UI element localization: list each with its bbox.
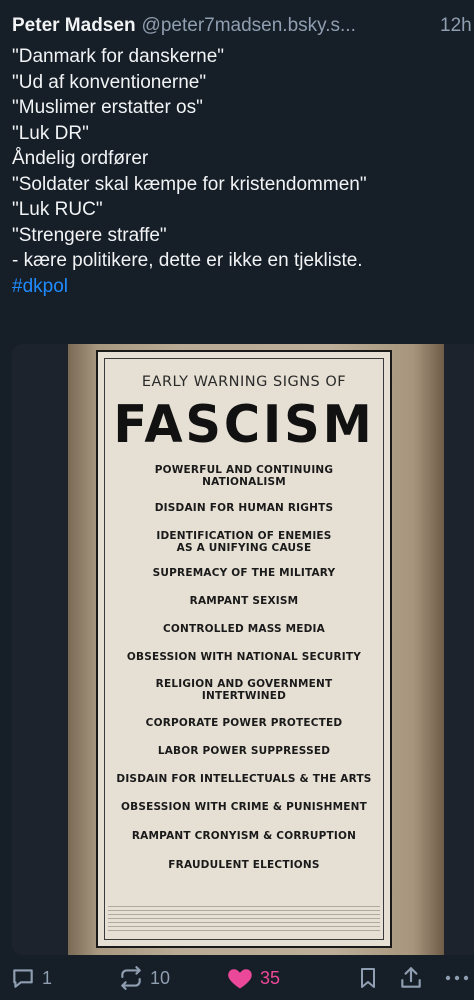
like-count: 35 [260,967,281,988]
hashtag-link[interactable]: #dkpol [12,274,470,300]
poster-fine-print [108,906,380,932]
text-line: "Muslimer erstatter os" [12,97,203,118]
repost-icon [118,965,144,991]
poster-sign-item: CONTROLLED MASS MEDIA [163,623,325,635]
post-text: "Danmark for danskerne" "Ud af konventio… [12,44,470,299]
poster-sign-item: OBSESSION WITH CRIME & PUNISHMENT [121,801,367,813]
more-icon [442,965,472,991]
text-line: "Soldater skal kæmpe for kristendommen" [12,173,367,195]
reply-button[interactable]: 1 [10,962,52,994]
poster-sign-item: POWERFUL AND CONTINUING NATIONALISM [154,464,334,488]
post-header: Peter Madsen @peter7madsen.bsky.s... [12,14,474,38]
like-button[interactable]: 35 [226,962,280,994]
repost-button[interactable]: 10 [118,962,170,994]
poster-sign-item: SUPREMACY OF THE MILITARY [152,567,336,579]
poster-sign-item: CORPORATE POWER PROTECTED [145,717,343,729]
bookmark-icon [356,965,380,991]
heart-icon [226,964,254,992]
poster-sign-item: DISDAIN FOR INTELLECTUALS & THE ARTS [116,773,372,785]
text-line: Åndelig ordfører [12,148,149,169]
text-line: "Danmark for danskerne" [12,46,225,67]
more-options-button[interactable] [442,962,472,994]
poster-sign-item: RELIGION AND GOVERNMENT INTERTWINED [155,678,333,702]
bookmark-button[interactable] [356,962,380,994]
fascism-poster: EARLY WARNING SIGNS OF FASCISM POWERFUL … [96,350,392,948]
poster-subtitle: EARLY WARNING SIGNS OF [141,374,347,390]
post-time[interactable]: 12h [440,14,474,38]
author-handle[interactable]: @peter7madsen.bsky.s... [142,15,356,36]
repost-count: 10 [150,967,171,988]
text-line: - kære politikere, dette er ikke en tjek… [12,250,363,271]
poster-title: FASCISM [113,395,375,455]
reply-icon [10,965,36,991]
poster-sign-item: IDENTIFICATION OF ENEMIES AS A UNIFYING C… [156,530,332,554]
share-icon [398,965,424,991]
action-bar: 1 10 35 [0,962,474,994]
text-line: "Strengere straffe" [12,224,167,246]
poster-sign-item: OBSESSION WITH NATIONAL SECURITY [126,651,362,663]
post: Peter Madsen @peter7madsen.bsky.s... 12h … [0,0,474,1000]
text-line: "Luk RUC" [12,199,103,220]
author-name[interactable]: Peter Madsen [12,15,136,36]
poster-sign-item: DISDAIN FOR HUMAN RIGHTS [154,502,334,514]
poster-sign-item: LABOR POWER SUPPRESSED [157,745,331,757]
post-image[interactable]: EARLY WARNING SIGNS OF FASCISM POWERFUL … [12,344,474,955]
text-line: "Ud af konventionerne" [12,71,207,93]
reply-count: 1 [42,967,53,988]
poster-sign-item: RAMPANT SEXISM [189,595,299,607]
text-line: "Luk DR" [12,122,89,144]
share-button[interactable] [398,962,424,994]
poster-sign-item: RAMPANT CRONYISM & CORRUPTION [131,830,357,842]
poster-sign-item: FRAUDULENT ELECTIONS [168,859,320,871]
